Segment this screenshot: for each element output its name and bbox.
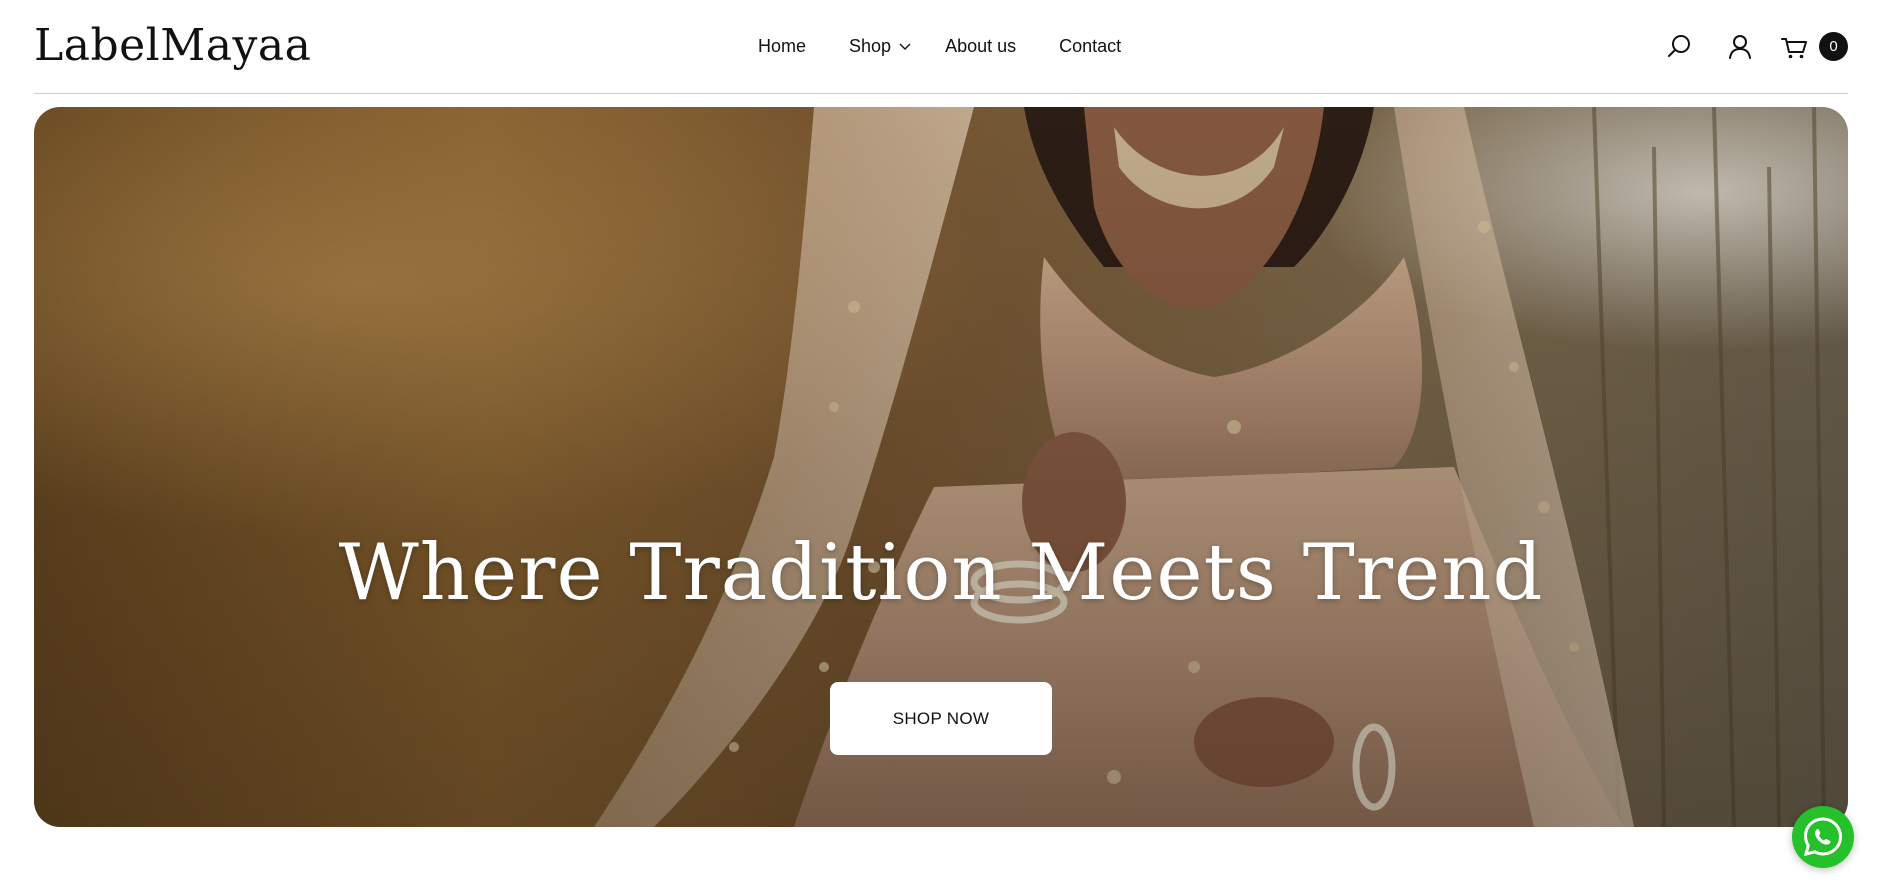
user-icon[interactable] (1723, 30, 1757, 64)
hero-title: Where Tradition Meets Trend (338, 528, 1544, 618)
nav-item-label: About us (945, 35, 1017, 56)
cart-count-badge[interactable]: 0 (1819, 32, 1848, 61)
nav-item-shop[interactable]: Shop (849, 34, 913, 58)
nav-item-home[interactable]: Home (758, 34, 806, 58)
nav-item-label: Contact (1059, 35, 1122, 56)
main-nav: Home Shop About us Contact (758, 34, 1121, 58)
nav-item-about[interactable]: About us (945, 34, 1016, 58)
nav-item-contact[interactable]: Contact (1059, 34, 1121, 58)
shop-now-button[interactable]: SHOP NOW (830, 682, 1052, 755)
cart-icon[interactable] (1778, 30, 1812, 64)
brand-logo[interactable]: LabelMayaa (34, 18, 311, 74)
hero-banner: Where Tradition Meets Trend SHOP NOW (34, 107, 1848, 827)
site-header: LabelMayaa Home Shop About us Contact 0 (34, 0, 1848, 94)
nav-item-label: Shop (849, 35, 892, 56)
search-icon[interactable] (1662, 30, 1696, 64)
whatsapp-button[interactable] (1792, 806, 1854, 868)
whatsapp-icon (1803, 817, 1843, 857)
nav-item-label: Home (758, 35, 807, 56)
chevron-down-icon (899, 43, 911, 50)
